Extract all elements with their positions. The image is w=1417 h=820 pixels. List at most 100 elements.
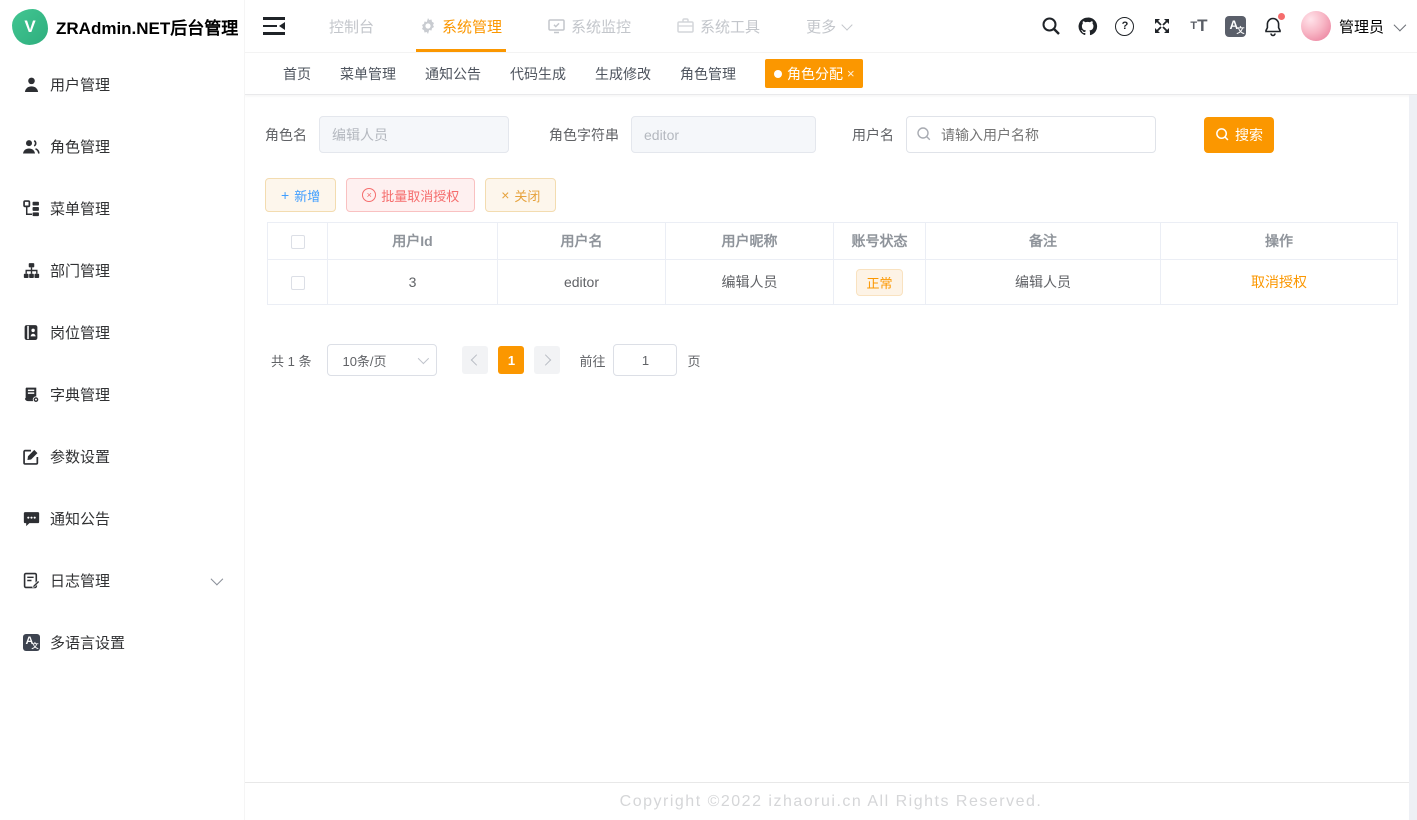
row-checkbox[interactable] (291, 276, 305, 290)
username[interactable]: 管理员 (1339, 16, 1384, 37)
cell-user-id: 3 (328, 260, 498, 305)
prev-page-button[interactable] (462, 346, 488, 374)
role-key-label: 角色字符串 (549, 125, 619, 145)
badge-icon (22, 323, 40, 341)
bell-icon[interactable] (1261, 14, 1285, 38)
sidebar-item-users[interactable]: 用户管理 (0, 53, 244, 115)
sidebar-item-label: 日志管理 (50, 570, 110, 591)
tab-menu-management[interactable]: 菜单管理 (340, 64, 396, 84)
sidebar-item-label: 岗位管理 (50, 322, 110, 343)
nav-system-tools[interactable]: 系统工具 (677, 0, 760, 52)
filter-form: 角色名 角色字符串 用户名 搜索 (265, 116, 1397, 153)
translate-icon[interactable]: A文 (1224, 14, 1248, 38)
logo-row[interactable]: V ZRAdmin.NET后台管理 (0, 0, 244, 53)
sidebar-item-label: 多语言设置 (50, 632, 125, 653)
nav-system-management[interactable]: 系统管理 (420, 0, 502, 52)
nav-system-monitor[interactable]: 系统监控 (548, 0, 631, 52)
goto-page-input[interactable] (613, 344, 677, 376)
vertical-scrollbar[interactable] (1409, 95, 1417, 820)
status-badge: 正常 (856, 269, 902, 296)
sidebar-item-parameters[interactable]: 参数设置 (0, 425, 244, 487)
top-header: 控制台 系统管理 系统监控 系统工具 更多 ? TT A文 管理员 (245, 0, 1417, 53)
sidebar-item-dictionary[interactable]: 字典管理 (0, 363, 244, 425)
total-count: 共 1 条 (271, 351, 311, 370)
tab-generate-modify[interactable]: 生成修改 (595, 64, 651, 84)
nav-label: 控制台 (329, 16, 374, 37)
select-all-cell (268, 223, 328, 260)
search-button[interactable]: 搜索 (1204, 117, 1274, 153)
nav-more[interactable]: 更多 (806, 0, 851, 52)
collapse-sidebar-icon[interactable] (263, 17, 285, 35)
fullscreen-icon[interactable] (1150, 14, 1174, 38)
cell-status: 正常 (834, 260, 926, 305)
add-button-label: 新增 (294, 186, 320, 205)
page-number-1[interactable]: 1 (498, 346, 524, 374)
close-button[interactable]: × 关闭 (485, 178, 556, 212)
menu-tree-icon (22, 199, 40, 217)
cancel-auth-link[interactable]: 取消授权 (1251, 274, 1307, 290)
goto-page: 前往 页 (579, 344, 700, 376)
col-remark: 备注 (926, 223, 1161, 260)
sidebar-item-label: 用户管理 (50, 74, 110, 95)
page-size-select[interactable]: 10条/页 (327, 344, 437, 376)
username-input[interactable] (906, 116, 1156, 153)
sidebar-item-label: 角色管理 (50, 136, 110, 157)
tab-code-generation[interactable]: 代码生成 (510, 64, 566, 84)
help-icon[interactable]: ? (1113, 14, 1137, 38)
header-actions: ? TT A文 管理员 (1026, 11, 1403, 41)
batch-cancel-auth-button[interactable]: × 批量取消授权 (346, 178, 475, 212)
sidebar-item-departments[interactable]: 部门管理 (0, 239, 244, 301)
edit-icon (22, 447, 40, 465)
batch-cancel-label: 批量取消授权 (381, 186, 459, 205)
close-button-label: 关闭 (514, 186, 540, 205)
col-nickname: 用户昵称 (666, 223, 834, 260)
sidebar-item-logs[interactable]: 日志管理 (0, 549, 244, 611)
search-icon (916, 126, 932, 147)
add-button[interactable]: + 新增 (265, 178, 336, 212)
gear-icon (420, 18, 436, 34)
sidebar-item-label: 字典管理 (50, 384, 110, 405)
nav-label: 系统管理 (442, 16, 502, 37)
cell-remark: 编辑人员 (926, 260, 1161, 305)
close-icon[interactable]: × (847, 66, 855, 81)
circle-close-icon: × (362, 188, 376, 202)
select-all-checkbox[interactable] (291, 235, 305, 249)
github-icon[interactable] (1076, 14, 1100, 38)
nav-dashboard[interactable]: 控制台 (329, 0, 374, 52)
user-table: 用户Id 用户名 用户昵称 账号状态 备注 操作 3 editor 编辑人员 正… (267, 222, 1398, 305)
cell-actions: 取消授权 (1161, 260, 1398, 305)
avatar[interactable] (1301, 11, 1331, 41)
search-button-label: 搜索 (1235, 125, 1263, 145)
sidebar-item-languages[interactable]: A文 多语言设置 (0, 611, 244, 673)
main-content: 角色名 角色字符串 用户名 搜索 + 新增 × 批量取消授权 × 关闭 (245, 95, 1417, 782)
tab-notice[interactable]: 通知公告 (425, 64, 481, 84)
notification-dot (1278, 13, 1285, 20)
role-name-input[interactable] (319, 116, 509, 153)
sidebar-item-menus[interactable]: 菜单管理 (0, 177, 244, 239)
next-page-button[interactable] (534, 346, 560, 374)
role-key-input[interactable] (631, 116, 816, 153)
text-size-icon[interactable]: TT (1187, 14, 1211, 38)
tab-role-management[interactable]: 角色管理 (680, 64, 736, 84)
tab-home[interactable]: 首页 (283, 64, 311, 84)
roles-icon (22, 137, 40, 155)
plus-icon: + (281, 187, 289, 203)
cell-username: editor (498, 260, 666, 305)
sidebar-item-notice[interactable]: 通知公告 (0, 487, 244, 549)
page-unit-label: 页 (687, 351, 700, 370)
active-dot (774, 70, 782, 78)
chevron-down-icon (418, 353, 429, 364)
sidebar-item-posts[interactable]: 岗位管理 (0, 301, 244, 363)
close-icon: × (501, 187, 509, 203)
toolbar: + 新增 × 批量取消授权 × 关闭 (265, 178, 1397, 212)
sidebar-item-roles[interactable]: 角色管理 (0, 115, 244, 177)
tab-role-assignment[interactable]: 角色分配 × (765, 59, 863, 88)
col-status: 账号状态 (834, 223, 926, 260)
top-nav: 控制台 系统管理 系统监控 系统工具 更多 (329, 0, 897, 52)
username-input-wrap (906, 116, 1156, 153)
tags-view-bar: 首页 菜单管理 通知公告 代码生成 生成修改 角色管理 角色分配 × (245, 53, 1417, 95)
search-icon[interactable] (1039, 14, 1063, 38)
sidebar-menu: 用户管理 角色管理 菜单管理 部门管理 岗位管理 字典管理 参数设置 通知公告 (0, 53, 244, 673)
chevron-down-icon[interactable] (1394, 18, 1407, 31)
sidebar-item-label: 菜单管理 (50, 198, 110, 219)
